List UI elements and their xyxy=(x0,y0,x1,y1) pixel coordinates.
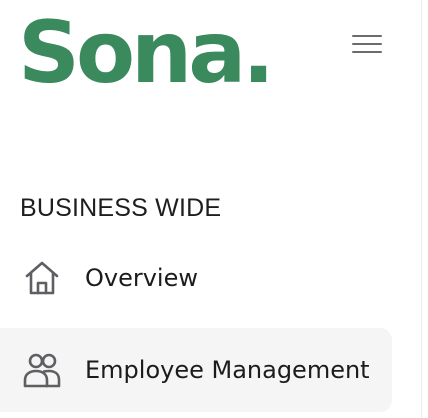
section-label-business-wide: BUSINESS WIDE xyxy=(20,194,222,222)
sidebar: Sona. BUSINESS WIDE Overview Employee Ma… xyxy=(0,0,422,418)
hamburger-menu-icon xyxy=(352,35,382,53)
sona-logo[interactable]: Sona. xyxy=(18,8,275,98)
hamburger-menu-button[interactable] xyxy=(350,30,384,58)
sidebar-item-label: Employee Management xyxy=(85,356,370,384)
sidebar-item-employee-management[interactable]: Employee Management xyxy=(0,328,392,412)
users-icon xyxy=(22,350,62,390)
sidebar-item-overview[interactable]: Overview xyxy=(0,236,392,320)
sidebar-item-label: Overview xyxy=(85,264,198,292)
home-icon xyxy=(22,258,62,298)
